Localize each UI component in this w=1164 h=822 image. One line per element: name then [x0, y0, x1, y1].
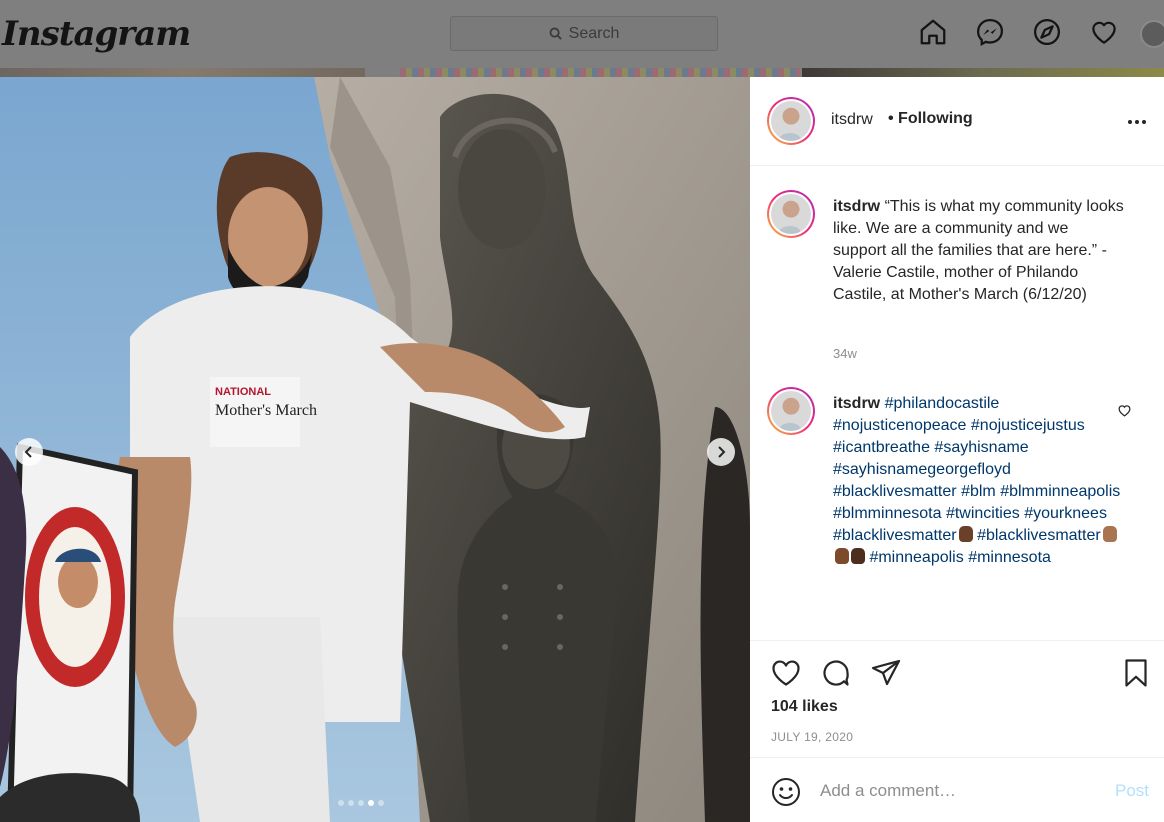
hashtag-link[interactable]: #blm	[961, 483, 996, 500]
comments-section: itsdrw “This is what my community looks …	[750, 166, 1164, 640]
hashtag-link[interactable]: #yourknees	[1024, 505, 1107, 522]
hashtag-link[interactable]: #blacklivesmatter	[833, 483, 957, 500]
svg-text:Mother's March: Mother's March	[215, 402, 317, 419]
svg-text:NATIONAL: NATIONAL	[215, 386, 271, 398]
post-image[interactable]: NATIONAL Mother's March	[0, 77, 750, 822]
chevron-right-icon	[718, 446, 726, 458]
author-avatar[interactable]	[767, 97, 815, 145]
like-icon[interactable]	[770, 657, 802, 689]
hashtag-link[interactable]: #blmminnesota	[833, 505, 942, 522]
post-details-panel: itsdrw • Following itsdrw “This is what …	[750, 77, 1164, 822]
carousel-next-button[interactable]	[707, 438, 735, 466]
post-comment-button[interactable]: Post	[1115, 781, 1149, 801]
chevron-left-icon	[24, 446, 32, 458]
save-bookmark-icon[interactable]	[1120, 657, 1152, 689]
hashtag-link[interactable]: #icantbreathe	[833, 439, 930, 456]
raised-fist-emoji-icon	[851, 548, 865, 564]
comment-avatar[interactable]	[767, 387, 815, 435]
comment-username[interactable]: itsdrw	[833, 395, 880, 412]
comment-icon[interactable]	[820, 657, 852, 689]
comment-like-icon[interactable]	[1117, 403, 1132, 418]
hashtag-link[interactable]: #twincities	[946, 505, 1020, 522]
nav-icons	[918, 17, 1119, 47]
caption: itsdrw “This is what my community looks …	[833, 196, 1125, 306]
follow-status[interactable]: • Following	[888, 110, 973, 128]
hashtag-link[interactable]: #nojusticenopeace	[833, 417, 966, 434]
carousel-dot	[348, 800, 354, 806]
hashtag-link[interactable]: #minneapolis	[869, 549, 963, 566]
raised-fist-emoji-icon	[1102, 526, 1117, 542]
explore-icon[interactable]	[1032, 17, 1062, 47]
instagram-logo[interactable]: Instagram	[2, 14, 191, 54]
carousel-indicator	[338, 800, 384, 806]
post-photo-illustration: NATIONAL Mother's March	[0, 77, 750, 822]
hashtag-link[interactable]: #blacklivesmatter	[833, 527, 957, 544]
hashtag-link[interactable]: #sayhisnamegeorgefloyd	[833, 461, 1011, 478]
raised-fist-emoji-icon	[958, 526, 973, 542]
share-icon[interactable]	[870, 657, 902, 689]
post-date[interactable]: JULY 19, 2020	[771, 730, 853, 744]
carousel-dot	[368, 800, 374, 806]
hashtag-link[interactable]: #sayhisname	[934, 439, 1028, 456]
caption-username[interactable]: itsdrw	[833, 198, 880, 215]
hashtag-link[interactable]: #philandocastile	[885, 395, 1000, 412]
post-actions: 104 likes JULY 19, 2020	[750, 640, 1164, 757]
post-header: itsdrw • Following	[750, 77, 1164, 166]
profile-avatar[interactable]	[1140, 20, 1164, 48]
comment-input[interactable]	[820, 781, 1120, 801]
carousel-dot	[358, 800, 364, 806]
author-username[interactable]: itsdrw	[831, 111, 873, 129]
more-options-icon[interactable]	[1128, 120, 1146, 124]
feed-background	[802, 68, 1164, 77]
likes-count[interactable]: 104 likes	[771, 698, 838, 716]
caption-avatar[interactable]	[767, 190, 815, 238]
top-navigation: Instagram Search	[0, 0, 1164, 68]
feed-background	[400, 68, 800, 77]
hashtag-link[interactable]: #blmminneapolis	[1000, 483, 1120, 500]
caption-age[interactable]: 34w	[833, 346, 857, 361]
home-icon[interactable]	[918, 17, 948, 47]
hashtag-comment: itsdrw #philandocastile #nojusticenopeac…	[833, 393, 1125, 569]
add-comment-bar: Post	[750, 757, 1164, 822]
messenger-icon[interactable]	[975, 17, 1005, 47]
search-placeholder: Search	[568, 24, 620, 42]
activity-heart-icon[interactable]	[1089, 17, 1119, 47]
carousel-prev-button[interactable]	[15, 438, 43, 466]
carousel-dot	[378, 800, 384, 806]
hashtag-link[interactable]: #blacklivesmatter	[977, 527, 1101, 544]
hashtag-link[interactable]: #nojusticejustus	[971, 417, 1085, 434]
search-icon	[549, 27, 562, 40]
carousel-dot	[338, 800, 344, 806]
feed-background	[0, 68, 365, 77]
raised-fist-emoji-icon	[835, 548, 849, 564]
search-box[interactable]: Search	[450, 16, 718, 51]
emoji-icon[interactable]	[771, 777, 801, 807]
hashtag-link[interactable]: #minnesota	[968, 549, 1051, 566]
